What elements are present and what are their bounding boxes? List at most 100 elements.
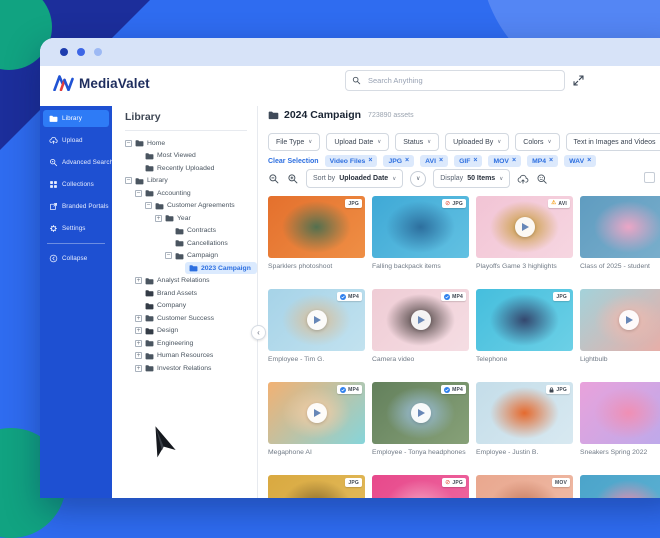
asset-tile[interactable]: Class of 2025 - student <box>580 196 660 270</box>
expand-toggle-icon[interactable]: + <box>135 352 142 359</box>
collapse-toggle-icon[interactable]: − <box>135 190 142 197</box>
clear-selection-link[interactable]: Clear Selection <box>268 158 319 165</box>
asset-thumbnail[interactable] <box>580 196 660 258</box>
close-icon[interactable]: × <box>549 158 553 164</box>
asset-tile[interactable]: MOV <box>476 475 573 498</box>
close-icon[interactable]: × <box>512 158 516 164</box>
asset-thumbnail[interactable]: ⚠AVI <box>476 196 573 258</box>
asset-tile[interactable]: MP4 Employee - Tonya headphones <box>372 382 469 456</box>
sidebar-item-collections[interactable]: Collections <box>43 176 109 193</box>
close-icon[interactable]: × <box>368 158 372 164</box>
sidebar-item-branded-portals[interactable]: Branded Portals <box>43 198 109 215</box>
asset-tile[interactable]: JPG Sparklers photoshoot <box>268 196 365 270</box>
filter-button-uploaded-by[interactable]: Uploaded By ∨ <box>445 133 509 151</box>
tree-item-company[interactable]: Company <box>112 300 257 313</box>
asset-thumbnail[interactable]: MP4 <box>372 382 469 444</box>
play-icon[interactable] <box>307 403 327 423</box>
asset-thumbnail[interactable]: JPG <box>476 289 573 351</box>
close-icon[interactable]: × <box>405 158 409 164</box>
asset-tile[interactable]: ⚠AVI Playoffs Game 3 highlights <box>476 196 573 270</box>
asset-thumbnail[interactable]: JPG <box>476 382 573 444</box>
sort-dropdown[interactable]: Sort by Uploaded Date ∨ <box>306 169 403 188</box>
tree-item-brand-assets[interactable]: Brand Assets <box>112 287 257 300</box>
tree-collapse-handle[interactable]: ‹ <box>251 325 266 340</box>
tree-item-accounting[interactable]: − Accounting <box>112 187 257 200</box>
filter-button-colors[interactable]: Colors ∨ <box>515 133 559 151</box>
asset-tile[interactable]: JPG Telephone <box>476 289 573 363</box>
face-search-icon[interactable] <box>536 173 548 185</box>
sidebar-item-library[interactable]: Library <box>43 110 109 127</box>
play-icon[interactable] <box>515 217 535 237</box>
asset-tile[interactable]: Sneakers Spring 2022 <box>580 382 660 456</box>
filter-chip-jpg[interactable]: JPG × <box>383 155 414 167</box>
tree-item-contracts[interactable]: Contracts <box>112 225 257 238</box>
expand-toggle-icon[interactable]: + <box>135 277 142 284</box>
asset-thumbnail[interactable] <box>580 382 660 444</box>
filter-chip-mp4[interactable]: MP4 × <box>527 155 558 167</box>
asset-tile[interactable]: ⊘JPG Falling backpack items <box>372 196 469 270</box>
expand-toggle-icon[interactable]: + <box>155 215 162 222</box>
asset-tile[interactable]: JPG Employee - Justin B. <box>476 382 573 456</box>
asset-thumbnail[interactable]: ⊘JPG <box>372 196 469 258</box>
asset-tile[interactable]: MP4 Camera video <box>372 289 469 363</box>
expand-toggle-icon[interactable]: + <box>135 340 142 347</box>
asset-tile[interactable]: ⊘JPG <box>372 475 469 498</box>
asset-thumbnail[interactable]: JPG <box>268 475 365 498</box>
tree-item-library[interactable]: − Library <box>112 175 257 188</box>
asset-tile[interactable]: JPG <box>268 475 365 498</box>
asset-thumbnail[interactable]: MP4 <box>268 289 365 351</box>
collapse-toggle-icon[interactable]: − <box>125 177 132 184</box>
tree-item-recently-uploaded[interactable]: Recently Uploaded <box>112 162 257 175</box>
filter-button-status[interactable]: Status ∨ <box>395 133 439 151</box>
asset-thumbnail[interactable]: ⊘JPG <box>372 475 469 498</box>
zoom-in-icon[interactable] <box>287 173 299 185</box>
asset-thumbnail[interactable] <box>580 475 660 498</box>
tree-item-cancellations[interactable]: Cancellations <box>112 237 257 250</box>
close-icon[interactable]: × <box>587 158 591 164</box>
upload-cloud-icon[interactable] <box>517 173 529 185</box>
close-icon[interactable]: × <box>439 158 443 164</box>
tree-item-home[interactable]: − Home <box>112 137 257 150</box>
tree-item-engineering[interactable]: + Engineering <box>112 337 257 350</box>
global-search[interactable] <box>345 70 565 91</box>
asset-thumbnail[interactable]: MOV <box>476 475 573 498</box>
play-icon[interactable] <box>411 403 431 423</box>
filter-chip-wav[interactable]: WAV × <box>564 155 596 167</box>
expand-toggle-icon[interactable]: + <box>135 327 142 334</box>
sidebar-collapse-button[interactable]: Collapse <box>43 250 109 267</box>
asset-thumbnail[interactable]: JPG <box>268 196 365 258</box>
tree-item-human-resources[interactable]: + Human Resources <box>112 350 257 363</box>
sort-direction-button[interactable]: ∨ <box>410 171 426 187</box>
filter-chip-gif[interactable]: GIF × <box>454 155 482 167</box>
select-all-checkbox[interactable] <box>644 172 655 183</box>
filter-chip-video-files[interactable]: Video Files × <box>325 155 378 167</box>
tree-item-campaign[interactable]: − Campaign <box>112 250 257 263</box>
play-icon[interactable] <box>411 310 431 330</box>
sidebar-item-upload[interactable]: Upload <box>43 132 109 149</box>
display-count-dropdown[interactable]: Display 50 Items ∨ <box>433 169 510 188</box>
tree-item-design[interactable]: + Design <box>112 325 257 338</box>
asset-tile[interactable] <box>580 475 660 498</box>
play-icon[interactable] <box>307 310 327 330</box>
tree-item-year[interactable]: + Year <box>112 212 257 225</box>
filter-button-file-type[interactable]: File Type ∨ <box>268 133 320 151</box>
tree-item-most-viewed[interactable]: Most Viewed <box>112 150 257 163</box>
play-icon[interactable] <box>619 310 639 330</box>
filter-button-text-in-images-and-videos[interactable]: Text in Images and Videos ∨ <box>566 133 660 151</box>
tree-item-analyst-relations[interactable]: + Analyst Relations <box>112 275 257 288</box>
filter-button-upload-date[interactable]: Upload Date ∨ <box>326 133 389 151</box>
expand-icon[interactable] <box>572 74 585 87</box>
asset-tile[interactable]: MP4 Employee - Tim G. <box>268 289 365 363</box>
collapse-toggle-icon[interactable]: − <box>145 202 152 209</box>
close-icon[interactable]: × <box>473 158 477 164</box>
collapse-toggle-icon[interactable]: − <box>165 252 172 259</box>
sidebar-item-advanced-search[interactable]: Advanced Search <box>43 154 109 171</box>
filter-chip-mov[interactable]: MOV × <box>488 155 521 167</box>
tree-item-customer-success[interactable]: + Customer Success <box>112 312 257 325</box>
tree-item-2023-campaign[interactable]: 2023 Campaign <box>112 262 257 275</box>
tree-item-investor-relations[interactable]: + Investor Relations <box>112 362 257 375</box>
asset-tile[interactable]: MP4 Megaphone AI <box>268 382 365 456</box>
sidebar-item-settings[interactable]: Settings <box>43 220 109 237</box>
zoom-out-icon[interactable] <box>268 173 280 185</box>
expand-toggle-icon[interactable]: + <box>135 365 142 372</box>
